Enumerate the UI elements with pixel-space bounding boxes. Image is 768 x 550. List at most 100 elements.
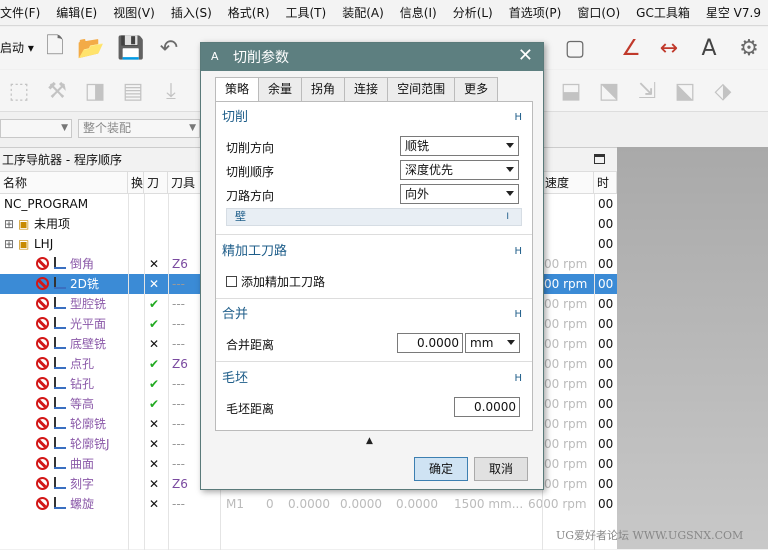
cut-direction-select[interactable]: 顺铣: [400, 136, 519, 156]
grid-line: [594, 194, 595, 550]
row-name: 刻字: [70, 477, 95, 491]
open-folder-icon[interactable]: 📂: [76, 33, 106, 63]
row-time: 00: [598, 237, 614, 251]
tab-stock[interactable]: 余量: [258, 77, 303, 101]
cut-order-select[interactable]: 深度优先: [400, 160, 519, 180]
new-file-icon[interactable]: 🗋: [40, 33, 70, 63]
expand-icon[interactable]: I: [506, 209, 509, 225]
cut-order-label: 切削顺序: [226, 165, 275, 179]
shop-doc-icon[interactable]: ⬕: [670, 76, 700, 106]
close-icon[interactable]: ✕: [518, 45, 533, 66]
create-geometry-icon[interactable]: ◨: [80, 76, 110, 106]
row-speed: 00 rpm: [544, 377, 588, 391]
start-button[interactable]: 启动 ▾: [0, 39, 34, 56]
row-tool: ---: [172, 377, 185, 391]
merge-distance-input[interactable]: 0.0000: [397, 333, 463, 353]
collapse-icon[interactable]: H: [514, 108, 522, 128]
checkbox-box[interactable]: [226, 276, 237, 287]
assembly-filter-dropdown[interactable]: 整个装配 ▼: [78, 119, 200, 138]
create-operation-icon[interactable]: ⤓: [156, 76, 186, 106]
section-finish-passes[interactable]: 精加工刀路 H: [222, 242, 526, 262]
simulate-icon[interactable]: ⬔: [594, 76, 624, 106]
tab-more[interactable]: 更多: [454, 77, 499, 101]
column-time[interactable]: 时: [594, 172, 617, 194]
row-name: 轮廓铣: [70, 417, 107, 431]
tab-connections[interactable]: 连接: [344, 77, 389, 101]
create-program-icon[interactable]: ⬚: [4, 76, 34, 106]
row-speed: 00 rpm: [544, 257, 588, 271]
section-merge[interactable]: 合并 H: [222, 305, 526, 325]
output-icon[interactable]: ⬗: [708, 76, 738, 106]
tab-corners[interactable]: 拐角: [301, 77, 346, 101]
menu-item[interactable]: 窗口(O): [577, 0, 620, 25]
menu-item[interactable]: 编辑(E): [56, 0, 97, 25]
menu-item[interactable]: 视图(V): [113, 0, 155, 25]
row-extra-value: 1500 mm...: [454, 497, 524, 511]
verify-icon[interactable]: ⬓: [556, 76, 586, 106]
row-speed: 00 rpm: [544, 337, 588, 351]
menu-item[interactable]: 工具(T): [286, 0, 327, 25]
box-display-icon[interactable]: ▢: [560, 33, 590, 63]
row-tool: ---: [172, 437, 185, 451]
row-tool: ---: [172, 397, 185, 411]
tab-containment[interactable]: 空间范围: [387, 77, 456, 101]
text-annotation-icon[interactable]: A: [694, 33, 724, 63]
tab-strategy[interactable]: 策略: [215, 77, 260, 102]
linear-dimension-icon[interactable]: ↔: [654, 33, 684, 63]
menu-item[interactable]: 星空 V7.9: [706, 0, 761, 25]
pattern-direction-select[interactable]: 向外: [400, 184, 519, 204]
column-name[interactable]: 名称: [0, 172, 128, 194]
add-finish-pass-checkbox[interactable]: 添加精加工刀路: [226, 273, 325, 290]
grid-line: [168, 194, 169, 550]
collapse-icon[interactable]: H: [514, 369, 522, 389]
column-path[interactable]: 刀: [144, 172, 168, 194]
row-tool: Z6: [172, 357, 188, 371]
status-ban-icon: [36, 334, 49, 354]
section-cutting[interactable]: 切削 H: [222, 108, 526, 128]
status-ban-icon: [36, 454, 49, 474]
graphics-window[interactable]: [617, 147, 768, 549]
collapse-icon[interactable]: H: [514, 242, 522, 262]
postprocess-icon[interactable]: ⇲: [632, 76, 662, 106]
ok-button[interactable]: 确定: [414, 457, 468, 481]
menu-item[interactable]: 首选项(P): [509, 0, 562, 25]
wall-subsection[interactable]: 壁I: [226, 208, 522, 226]
menu-item[interactable]: GC工具箱: [636, 0, 690, 25]
tree-toggle-icon[interactable]: ⊞: [4, 214, 14, 234]
status-ban-icon: [36, 394, 49, 414]
create-method-icon[interactable]: ▤: [118, 76, 148, 106]
column-toolchange[interactable]: 换: [128, 172, 144, 194]
dialog-title-bar[interactable]: A 切削参数 ✕: [201, 43, 543, 71]
merge-unit-select[interactable]: mm: [465, 333, 520, 353]
blank-distance-input[interactable]: 0.0000: [454, 397, 520, 417]
column-speed[interactable]: 速度: [542, 172, 594, 194]
operation-icon: [50, 354, 68, 374]
create-tool-icon[interactable]: ⚒: [42, 76, 72, 106]
table-row[interactable]: 螺旋 ✕ --- M1 0 0.0000 0.0000 0.0000 1500 mm... 600…: [0, 494, 617, 514]
collapse-icon[interactable]: H: [514, 305, 522, 325]
menu-item[interactable]: 分析(L): [453, 0, 493, 25]
row-time: 00: [598, 317, 614, 331]
type-filter-dropdown[interactable]: ▼: [0, 119, 72, 138]
row-time: 00: [598, 277, 614, 291]
cancel-button[interactable]: 取消: [474, 457, 528, 481]
settings-icon[interactable]: ⚙: [734, 33, 764, 63]
menu-item[interactable]: 装配(A): [342, 0, 384, 25]
save-icon[interactable]: 💾: [116, 33, 146, 63]
maximize-icon[interactable]: [594, 154, 605, 164]
menu-item[interactable]: 文件(F): [0, 0, 40, 25]
angle-dimension-icon[interactable]: ∠: [616, 33, 646, 63]
menu-item[interactable]: 格式(R): [228, 0, 270, 25]
grid-line: [128, 194, 129, 550]
menu-item[interactable]: 信息(I): [400, 0, 437, 25]
cross-icon: ✕: [149, 257, 160, 271]
section-blank[interactable]: 毛坯 H: [222, 369, 526, 389]
row-name: 等高: [70, 397, 95, 411]
tree-toggle-icon[interactable]: ⊞: [4, 234, 14, 254]
status-ban-icon: [36, 254, 49, 274]
row-speed: 00 rpm: [544, 297, 588, 311]
row-speed: 00 rpm: [544, 417, 588, 431]
undo-icon[interactable]: ↶: [154, 33, 184, 63]
more-options-icon[interactable]: ▲: [366, 436, 373, 446]
menu-item[interactable]: 插入(S): [171, 0, 212, 25]
